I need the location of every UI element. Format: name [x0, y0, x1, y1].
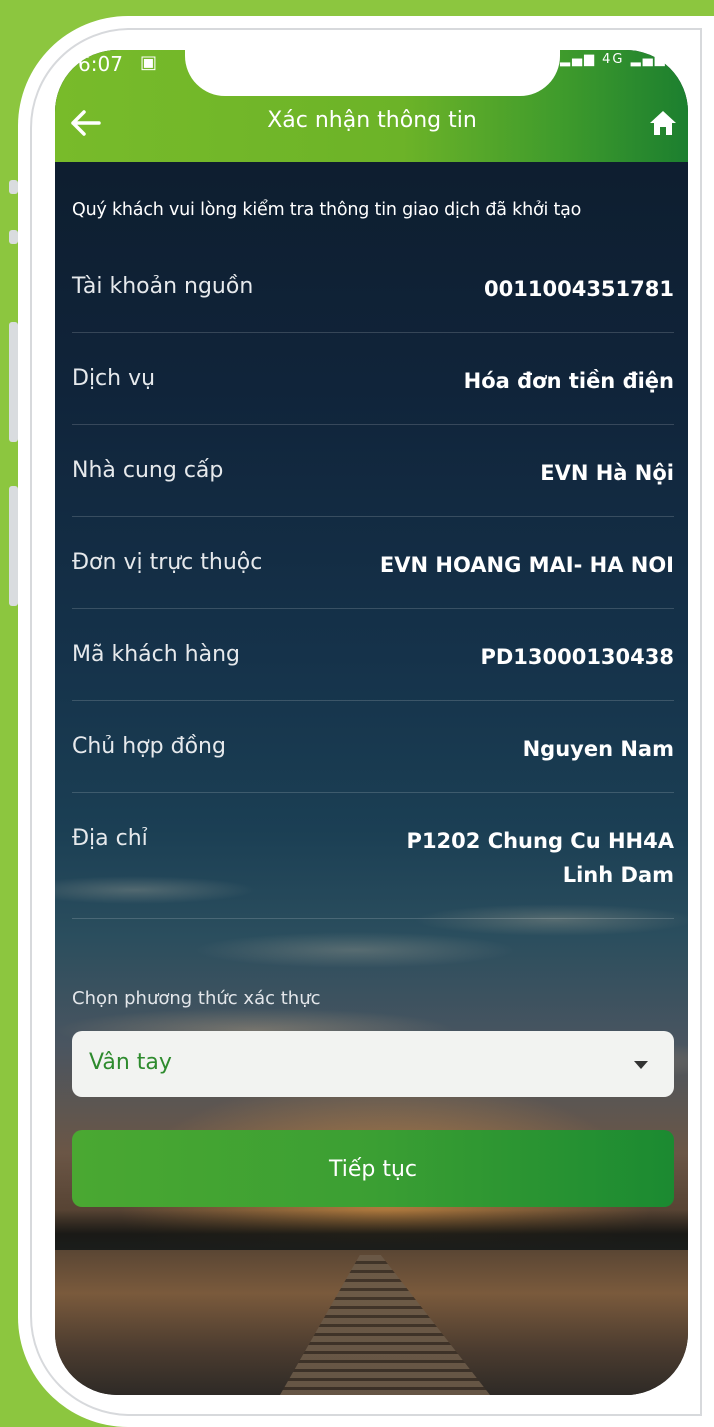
detail-row-address: Địa chỉ P1202 Chung Cu HH4A Linh Dam — [72, 826, 674, 919]
detail-label: Nhà cung cấp — [72, 458, 224, 483]
status-icons-right: ▂▄▆ 4G ▂▄▆ — [560, 52, 667, 67]
signal-icon: ▂▄▆ — [630, 52, 667, 67]
auth-method-select[interactable]: Vân tay — [72, 1031, 674, 1097]
network-type-label: 4G — [602, 52, 625, 67]
phone-volume-up-button — [9, 322, 18, 442]
detail-value: 0011004351781 — [484, 277, 674, 301]
detail-row-service: Dịch vụ Hóa đơn tiền điện — [72, 366, 674, 425]
detail-label: Dịch vụ — [72, 366, 156, 391]
detail-value: P1202 Chung Cu HH4A Linh Dam — [407, 824, 674, 892]
phone-volume-down-button — [9, 486, 18, 606]
detail-row-contract-holder: Chủ hợp đồng Nguyen Nam — [72, 734, 674, 793]
detail-value: PD13000130438 — [480, 645, 674, 669]
phone-side-button — [9, 230, 18, 244]
intro-text: Quý khách vui lòng kiểm tra thông tin gi… — [72, 200, 582, 220]
signal-icon: ▂▄▆ — [560, 52, 596, 67]
detail-label: Địa chỉ — [72, 826, 148, 851]
detail-value: EVN Hà Nội — [540, 461, 674, 485]
page-title: Xác nhận thông tin — [267, 108, 477, 133]
address-line-1: P1202 Chung Cu HH4A — [406, 829, 674, 853]
continue-button[interactable]: Tiếp tục — [72, 1130, 674, 1207]
address-line-2: Linh Dam — [562, 863, 674, 887]
detail-label: Mã khách hàng — [72, 642, 240, 667]
gallery-icon: ▣ — [140, 52, 158, 73]
background-horizon — [55, 1210, 688, 1250]
detail-value: Nguyen Nam — [522, 737, 674, 761]
detail-label: Chủ hợp đồng — [72, 734, 226, 759]
status-icons-left: ▣ — [140, 52, 157, 73]
detail-value: EVN HOANG MAI- HA NOI — [379, 553, 674, 577]
phone-notch — [185, 40, 560, 96]
status-time: 6:07 — [78, 52, 123, 76]
home-button[interactable] — [648, 108, 678, 138]
detail-row-source-account: Tài khoản nguồn 0011004351781 — [72, 274, 674, 333]
detail-row-provider: Nhà cung cấp EVN Hà Nội — [72, 458, 674, 517]
auth-method-selected: Vân tay — [89, 1050, 172, 1075]
detail-value: Hóa đơn tiền điện — [463, 369, 674, 393]
detail-label: Đơn vị trực thuộc — [72, 550, 263, 575]
detail-label: Tài khoản nguồn — [72, 274, 254, 299]
detail-row-subsidiary: Đơn vị trực thuộc EVN HOANG MAI- HA NOI — [72, 550, 674, 609]
auth-method-label: Chọn phương thức xác thực — [72, 988, 321, 1009]
detail-row-customer-code: Mã khách hàng PD13000130438 — [72, 642, 674, 701]
phone-side-button — [9, 180, 18, 194]
home-icon — [650, 111, 676, 135]
caret-down-icon — [634, 1061, 648, 1069]
